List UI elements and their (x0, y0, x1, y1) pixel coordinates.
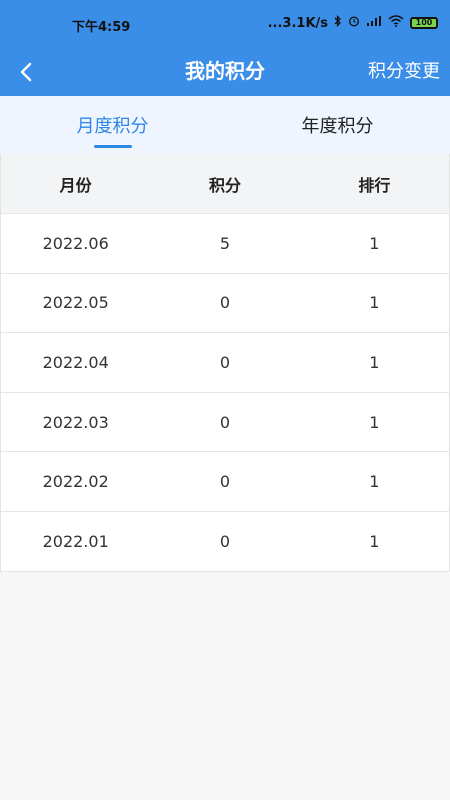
battery-icon: 100 (410, 17, 438, 29)
table-row: 2022.05 0 1 (1, 273, 449, 334)
cell-month: 2022.03 (42, 412, 109, 432)
table-row: 2022.03 0 1 (1, 392, 449, 453)
cell-month: 2022.01 (42, 531, 109, 551)
bluetooth-icon (334, 14, 342, 31)
cell-rank: 1 (369, 472, 380, 492)
cell-points: 0 (219, 531, 231, 551)
table-row: 2022.04 0 1 (1, 333, 449, 393)
cell-points: 0 (219, 352, 231, 372)
cell-rank: 1 (369, 531, 380, 551)
status-time: 下午4:59 (72, 20, 131, 35)
table-row: 2022.06 5 1 (1, 214, 449, 274)
signal-icon (366, 15, 382, 31)
cell-points: 0 (219, 412, 231, 432)
tab-yearly-points[interactable]: 年度积分 (225, 96, 450, 154)
cell-month: 2022.04 (42, 352, 109, 372)
tab-active-indicator (94, 145, 132, 148)
tab-bar: 月度积分 年度积分 (0, 96, 450, 154)
cell-points: 5 (219, 233, 231, 253)
points-table: 月份 积分 排行 2022.06 5 1 2022.05 0 1 2022.04… (0, 154, 450, 572)
back-button[interactable] (10, 56, 42, 88)
points-change-link[interactable]: 积分变更 (368, 57, 440, 83)
chevron-left-icon (20, 62, 32, 82)
table-row: 2022.01 0 1 (1, 511, 449, 572)
status-bar: 下午4:59 ...3.1K/s 100 (0, 0, 450, 48)
header-points: 积分 (208, 175, 241, 195)
alarm-icon (348, 15, 360, 31)
cell-rank: 1 (369, 412, 380, 432)
net-speed: ...3.1K/s (267, 15, 328, 31)
wifi-icon (388, 15, 404, 31)
status-icons: ...3.1K/s 100 (267, 14, 438, 31)
cell-rank: 1 (369, 233, 380, 253)
header-month: 月份 (59, 175, 92, 195)
cell-rank: 1 (369, 352, 380, 372)
table-header: 月份 积分 排行 (1, 154, 449, 214)
cell-points: 0 (219, 472, 231, 492)
nav-bar: 我的积分 积分变更 (0, 48, 450, 96)
cell-rank: 1 (369, 293, 380, 313)
header-rank: 排行 (358, 175, 391, 195)
table-row: 2022.02 0 1 (1, 452, 449, 512)
cell-month: 2022.05 (42, 293, 109, 313)
cell-points: 0 (219, 293, 231, 313)
cell-month: 2022.02 (42, 472, 109, 492)
cell-month: 2022.06 (42, 233, 109, 253)
